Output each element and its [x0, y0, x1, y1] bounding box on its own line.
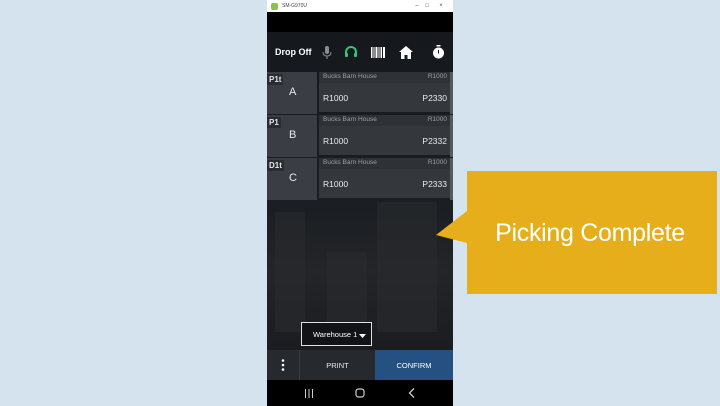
emulator-title: SM-G970U	[282, 3, 308, 9]
close-icon[interactable]: ×	[437, 2, 445, 10]
pick-qty: R1000	[323, 136, 349, 146]
warehouse-select[interactable]: Warehouse 1	[301, 322, 372, 346]
confirm-button[interactable]: CONFIRM	[375, 350, 453, 380]
home-nav-icon[interactable]	[353, 386, 367, 400]
print-button[interactable]: PRINT	[299, 350, 375, 380]
pick-location: Bucks Barn House	[323, 73, 377, 80]
android-nav-bar	[267, 380, 453, 406]
back-icon[interactable]	[405, 386, 419, 400]
barcode-icon[interactable]	[370, 44, 386, 60]
pick-row[interactable]: P1 B Bucks Barn House R1000 R1000 P2332	[267, 115, 453, 157]
warehouse-select-value: Warehouse 1	[313, 329, 358, 339]
row-handle[interactable]	[450, 72, 453, 114]
pick-qty: R1000	[323, 179, 349, 189]
pick-tag: D1t	[267, 160, 284, 171]
minimize-icon[interactable]: –	[413, 2, 421, 10]
page-title: Drop Off	[275, 47, 312, 57]
app-toolbar: Drop Off	[267, 32, 453, 72]
pick-letter: A	[289, 86, 297, 98]
home-icon[interactable]	[398, 44, 414, 60]
more-vertical-icon	[281, 359, 285, 371]
headset-icon[interactable]	[343, 44, 359, 60]
pick-row[interactable]: P1t A Bucks Barn House R1000 R1000 P2330	[267, 72, 453, 114]
pick-pallet: P2332	[422, 136, 447, 146]
android-icon	[271, 2, 278, 10]
pick-row[interactable]: D1t C Bucks Barn House R1000 R1000 P2333	[267, 158, 453, 200]
pick-location: Bucks Barn House	[323, 116, 377, 123]
emulator-titlebar: SM-G970U – □ ×	[267, 0, 453, 12]
more-options-button[interactable]	[267, 350, 299, 380]
action-bar: PRINT CONFIRM	[267, 350, 453, 380]
stopwatch-icon[interactable]	[430, 44, 446, 60]
pick-tag: P1t	[267, 74, 284, 85]
pick-letter: C	[289, 172, 297, 184]
caret-down-icon	[359, 331, 366, 340]
maximize-icon[interactable]: □	[423, 2, 431, 10]
row-handle[interactable]	[450, 115, 453, 157]
pick-pallet: P2330	[422, 93, 447, 103]
pick-letter: B	[289, 129, 297, 141]
status-bar	[267, 12, 453, 32]
pick-code: R1000	[427, 73, 447, 80]
pick-code: R1000	[427, 116, 447, 123]
pick-location: Bucks Barn House	[323, 159, 377, 166]
recents-icon[interactable]	[302, 386, 316, 400]
microphone-icon[interactable]	[319, 44, 335, 60]
callout-text: Picking Complete	[495, 219, 685, 247]
pick-qty: R1000	[323, 93, 349, 103]
pick-tag: P1	[267, 117, 281, 128]
pick-code: R1000	[427, 159, 447, 166]
